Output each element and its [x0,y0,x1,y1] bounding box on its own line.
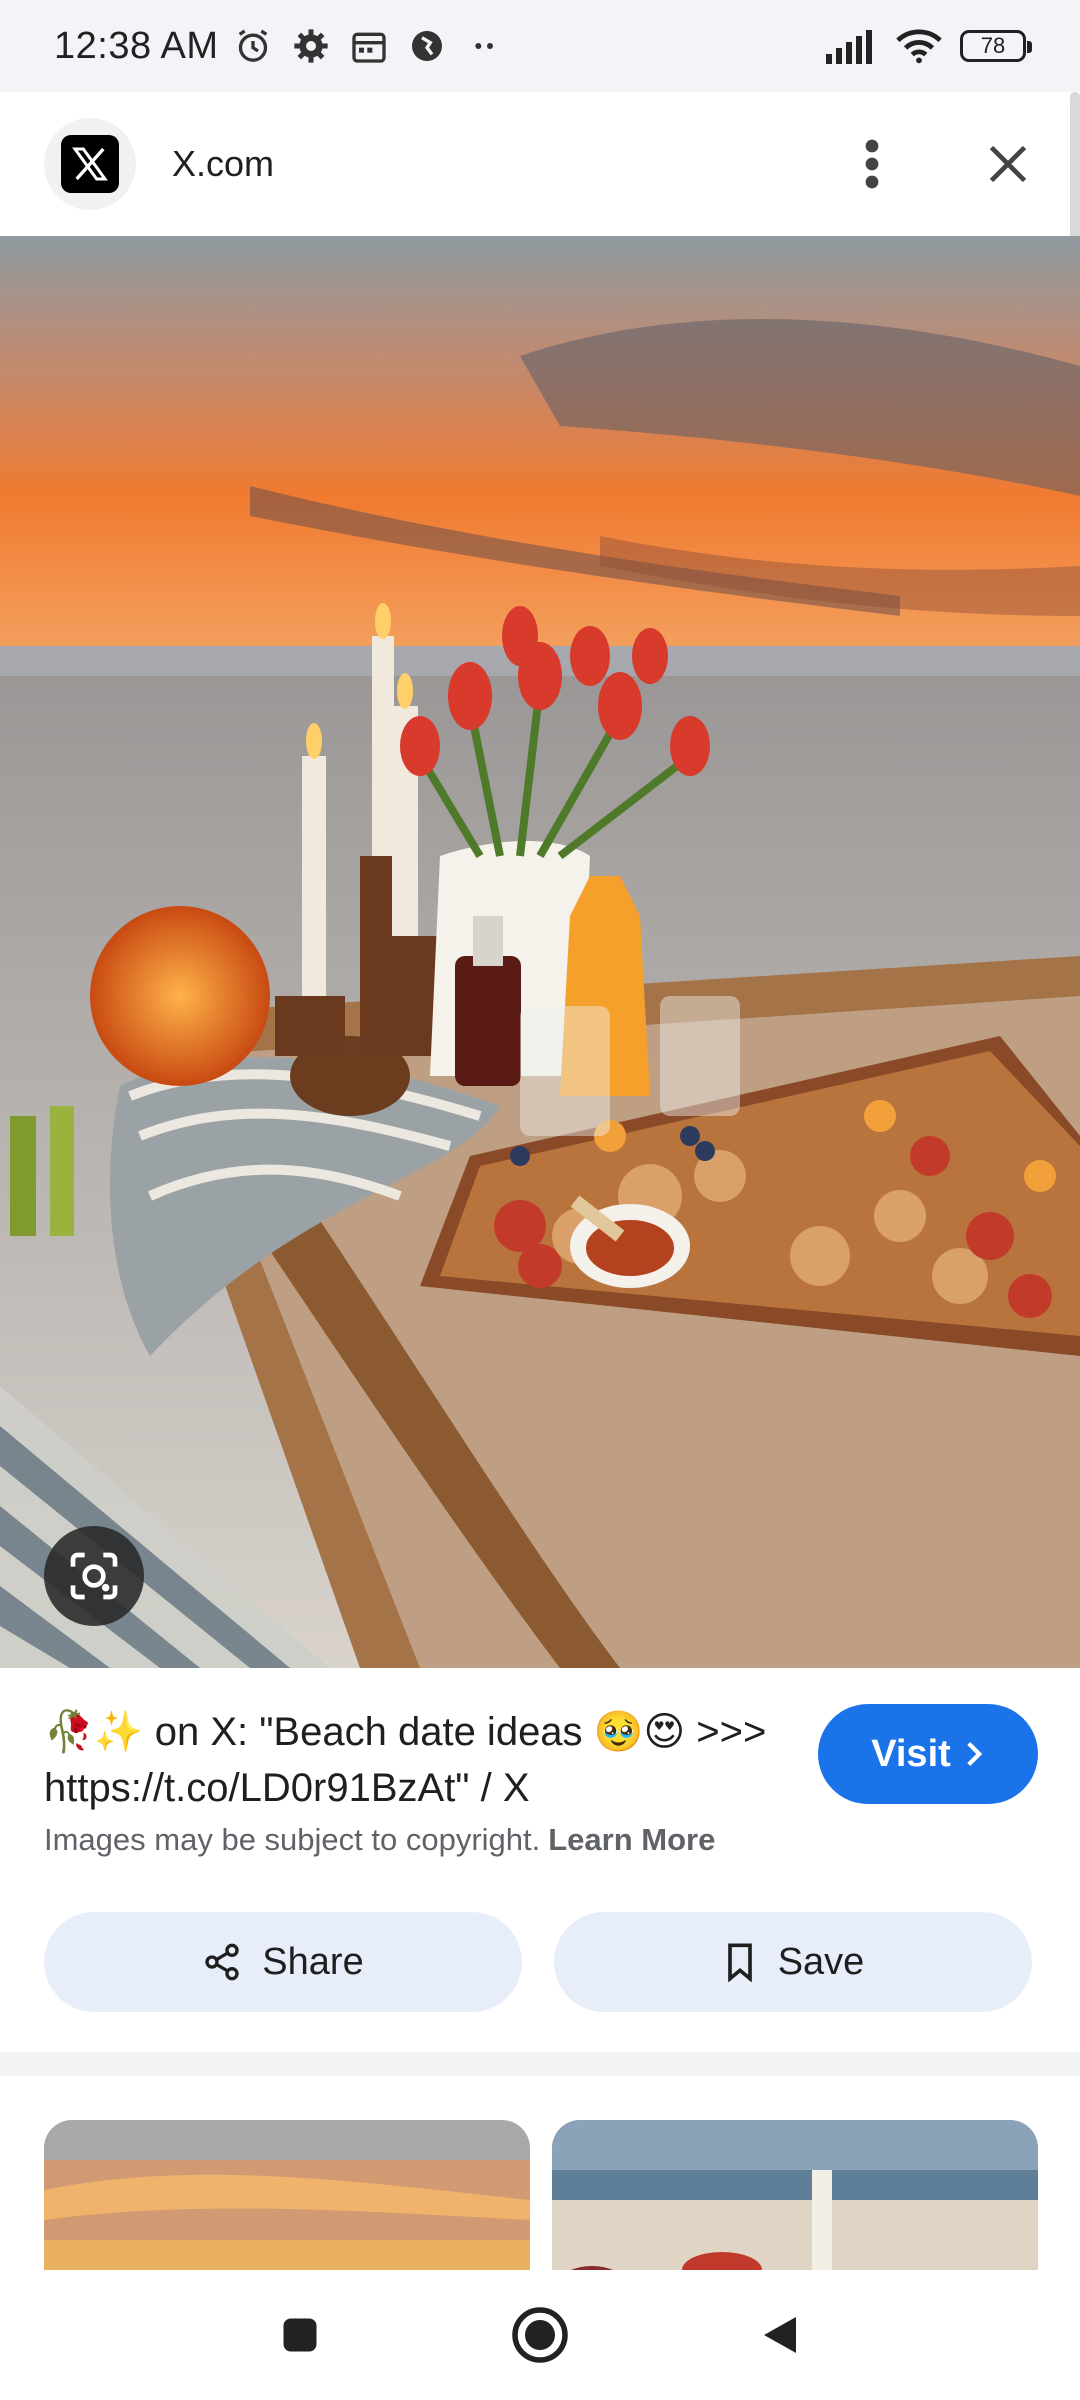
recents-icon[interactable] [265,2300,335,2370]
gear-icon [293,29,328,63]
chevron-right-icon [967,1742,983,1766]
related-image-2[interactable] [552,2120,1038,2270]
calendar-icon [351,32,386,63]
preview-image[interactable] [0,236,1080,1668]
related-image-1[interactable] [44,2120,530,2270]
result-info: 🥀✨ on X: "Beach date ideas 🥹😍 >>> https:… [0,1668,1080,2052]
home-icon[interactable] [505,2300,575,2370]
battery-icon: 78 [960,30,1032,62]
section-divider [0,2052,1080,2076]
more-vert-icon[interactable] [844,136,900,192]
share-label: Share [262,1940,364,1983]
status-icons-left [233,26,505,66]
status-bar: 12:38 AM 78 [0,0,1080,92]
copyright-notice: Images may be subject to copyright. Learn… [44,1822,715,1858]
x-logo-icon [44,118,136,210]
visit-button[interactable]: Visit [818,1704,1038,1804]
status-time: 12:38 AM [54,24,219,67]
save-label: Save [777,1940,865,1983]
lens-icon[interactable] [44,1526,144,1626]
learn-more-link[interactable]: Learn More [548,1822,715,1857]
share-icon [205,1943,239,1981]
app-header: X.com [0,92,1080,236]
caption-text: on X: "Beach date ideas 🥹😍 >>> https://t… [44,1710,767,1810]
save-button[interactable]: Save [554,1912,1032,2012]
more-dots-icon [474,43,493,49]
close-icon[interactable] [980,136,1036,192]
signal-icon [826,30,872,64]
status-icons-right: 78 [826,28,1032,64]
alarm-icon [238,29,267,62]
page-title[interactable]: X.com [172,143,274,185]
share-button[interactable]: Share [44,1912,522,2012]
wifi-icon [896,29,942,64]
header-actions [844,136,1036,192]
bookmark-icon [727,1943,752,1982]
battery-level: 78 [980,33,1006,58]
copyright-text: Images may be subject to copyright. [44,1822,541,1857]
visit-label: Visit [871,1732,951,1775]
vpn-icon [411,31,442,61]
back-icon[interactable] [745,2300,815,2370]
system-nav-bar [0,2270,1080,2400]
caption-emoji: 🥀✨ [44,1710,144,1754]
related-images [0,2076,1080,2270]
result-caption[interactable]: 🥀✨ on X: "Beach date ideas 🥹😍 >>> https:… [44,1704,784,1816]
